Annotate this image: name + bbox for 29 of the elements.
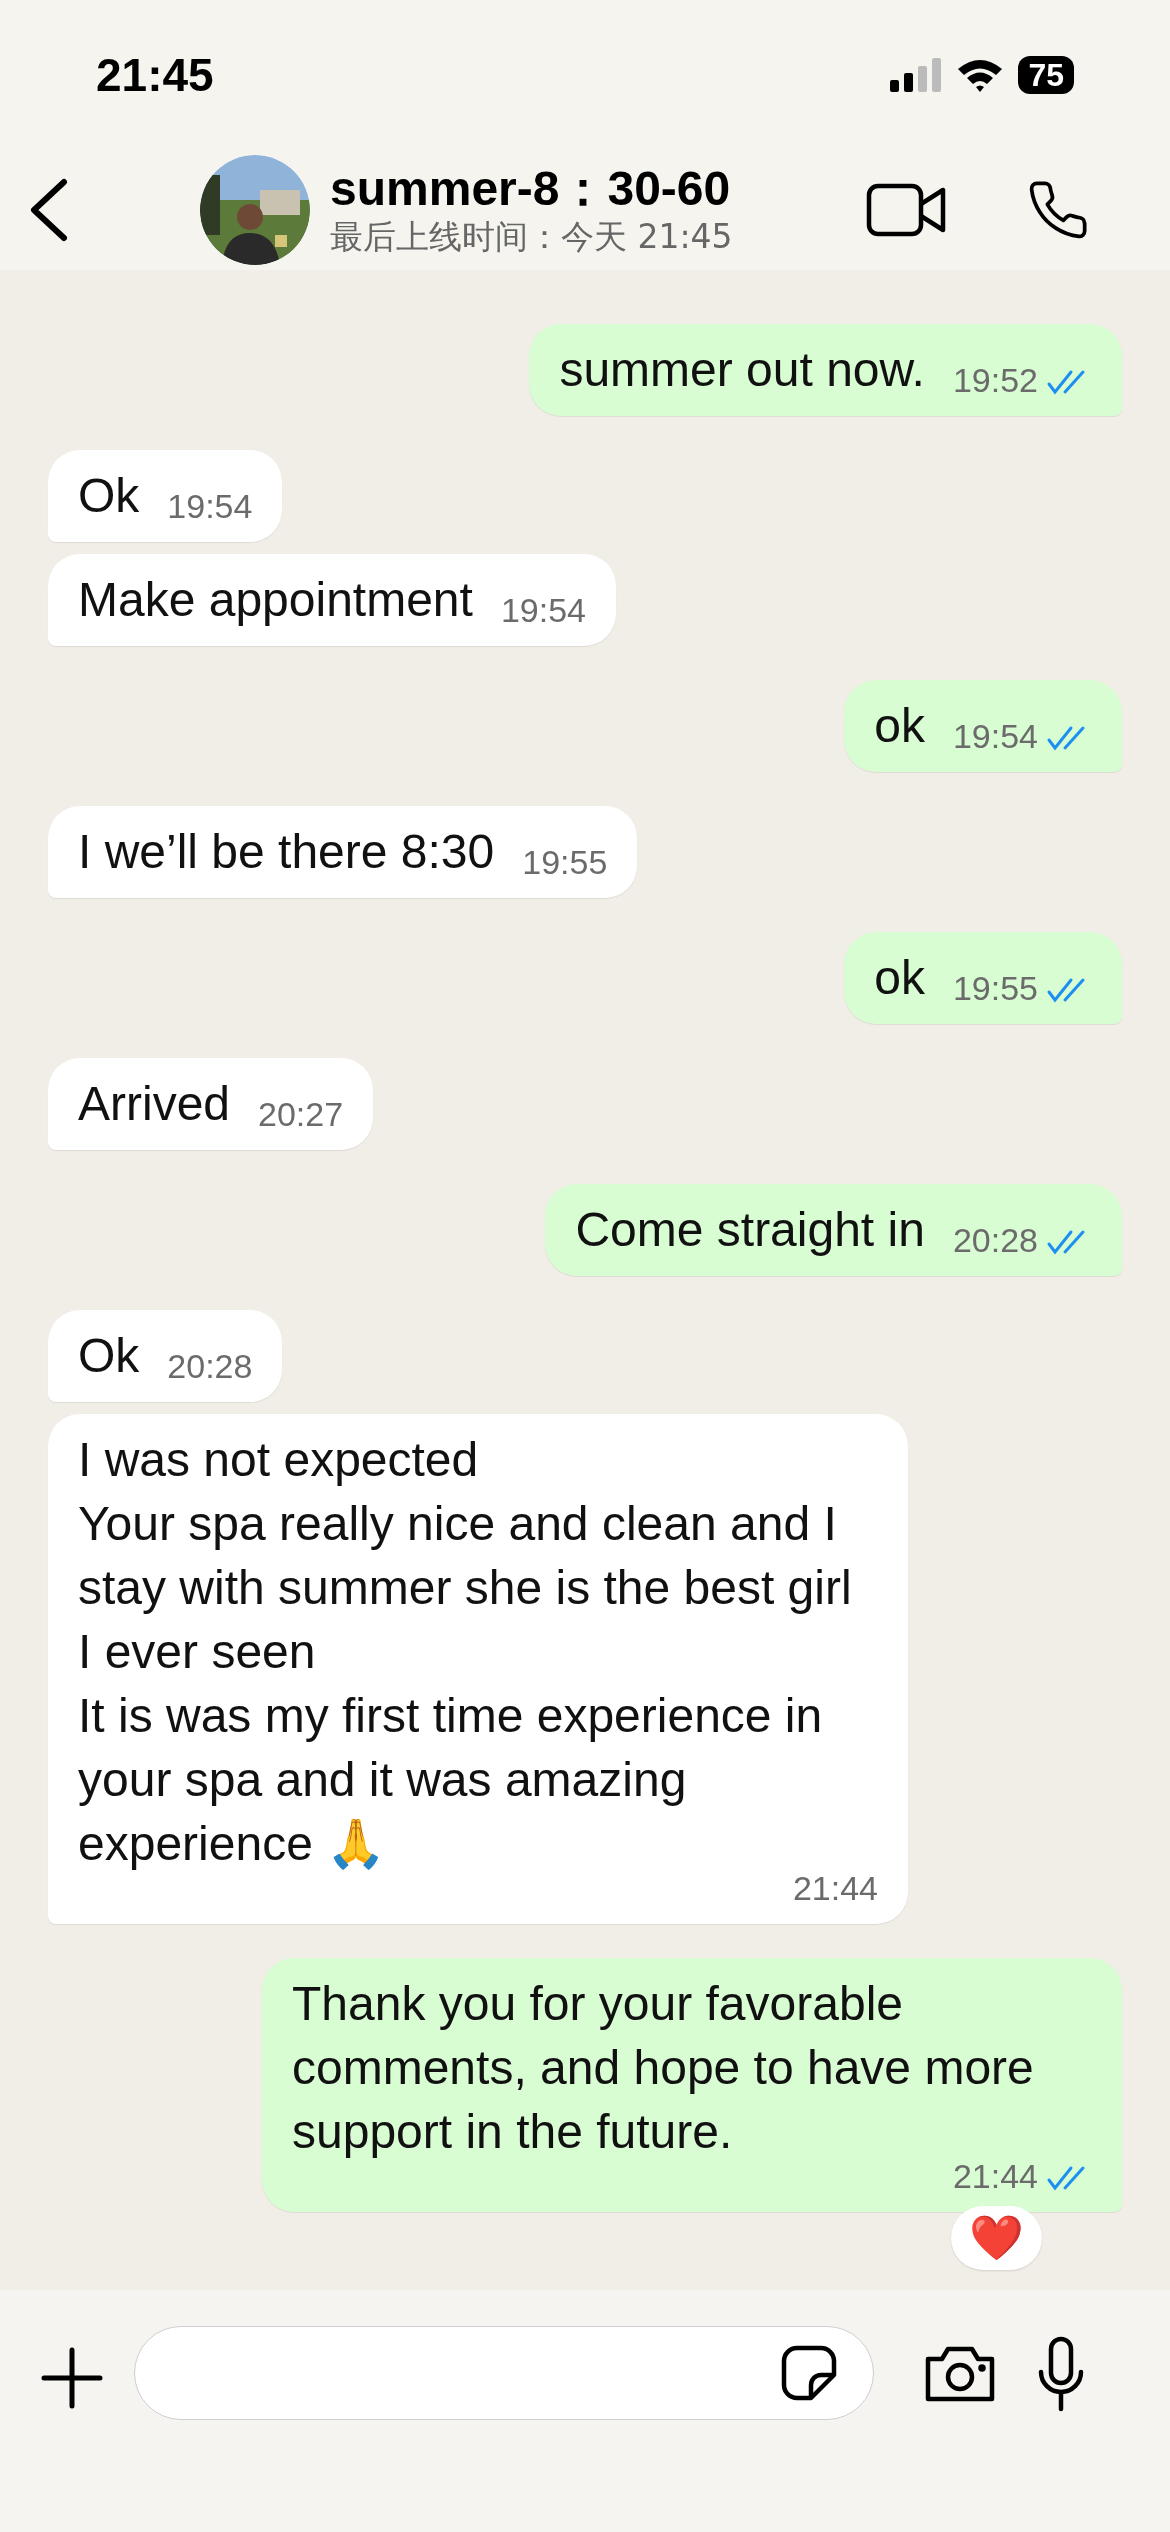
message-time: 20:27 bbox=[258, 1094, 344, 1135]
battery-indicator: 75 bbox=[1018, 56, 1074, 94]
message-text: summer out now. bbox=[559, 342, 925, 398]
message-time: 19:55 bbox=[522, 842, 608, 883]
message-text: I we’ll be there 8:30 bbox=[78, 824, 495, 880]
message-time: 19:54 bbox=[167, 486, 253, 527]
message-time: 19:54 bbox=[952, 716, 1038, 757]
message-text: Come straight in bbox=[575, 1202, 925, 1258]
message-text: ok bbox=[874, 950, 925, 1006]
status-time: 21:45 bbox=[96, 47, 214, 103]
video-call-icon[interactable] bbox=[866, 182, 946, 238]
message-time: 19:55 bbox=[952, 968, 1038, 1009]
message-text: Ok bbox=[78, 468, 140, 524]
plus-icon[interactable] bbox=[40, 2346, 104, 2410]
message-text: Make appointment bbox=[78, 572, 473, 628]
message-time: 20:28 bbox=[167, 1346, 253, 1387]
message-text: ok bbox=[874, 698, 925, 754]
microphone-icon[interactable] bbox=[1036, 2336, 1086, 2412]
message-text: Ok bbox=[78, 1328, 140, 1384]
message-time: 20:28 bbox=[952, 1220, 1038, 1261]
contact-name[interactable]: summer-8：30-60 bbox=[330, 162, 846, 216]
wifi-icon bbox=[956, 57, 1005, 93]
sticker-icon[interactable] bbox=[781, 2345, 837, 2401]
message-text: Arrived bbox=[78, 1076, 231, 1132]
last-seen-text: 最后上线时间：今天 21:45 bbox=[330, 216, 734, 258]
message-time: 19:52 bbox=[952, 360, 1038, 401]
message-time: 19:54 bbox=[500, 590, 586, 631]
signal-icon bbox=[890, 58, 943, 92]
reaction-badge[interactable]: ❤ bbox=[951, 2206, 1042, 2270]
